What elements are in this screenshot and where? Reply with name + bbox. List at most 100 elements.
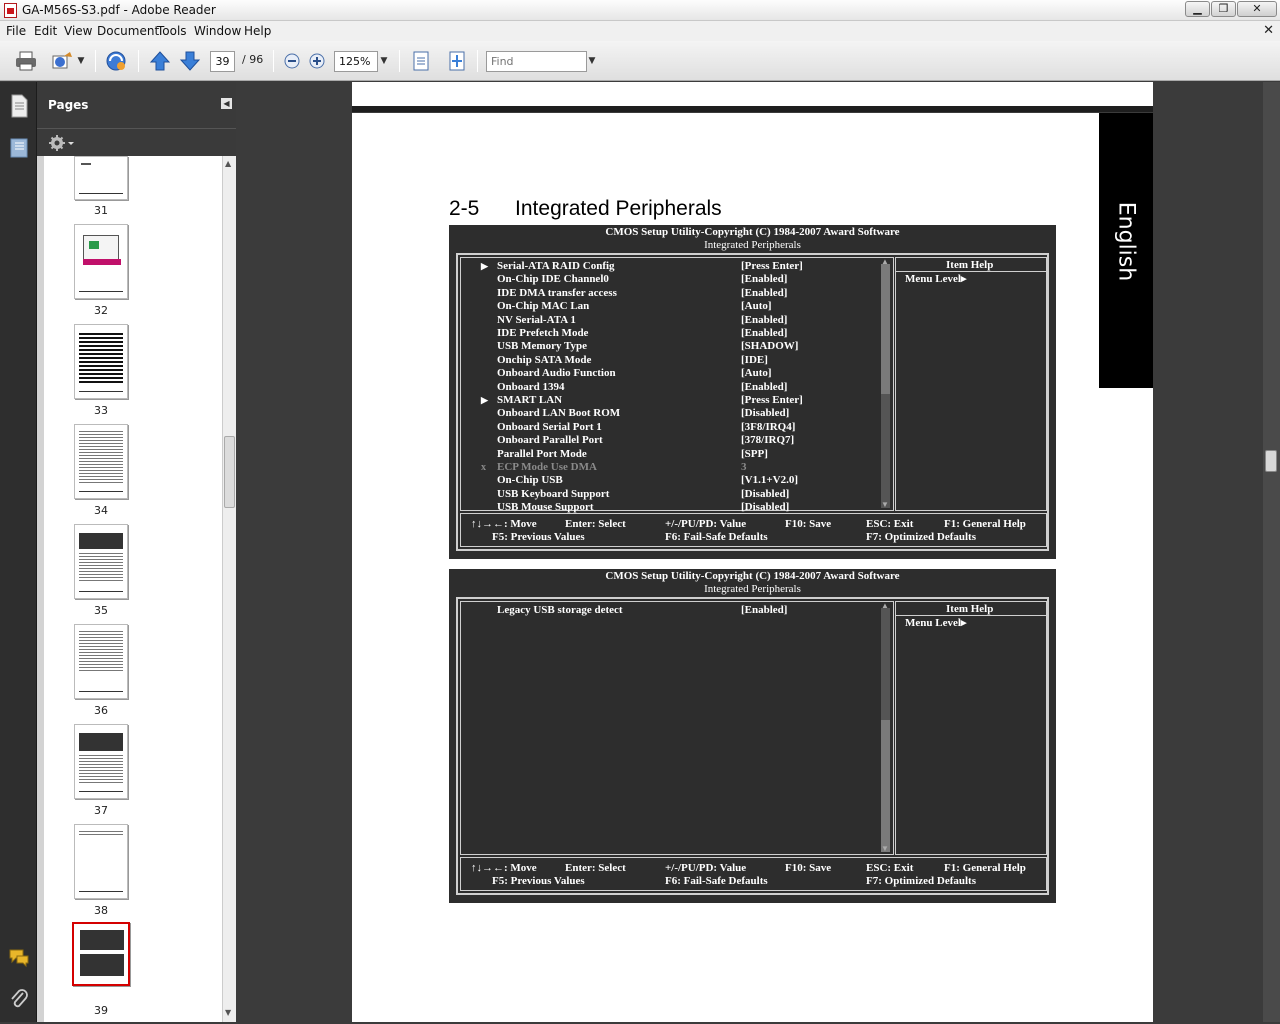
create-pdf-dropdown-icon[interactable]: ▼ [74,51,88,72]
print-icon[interactable] [14,50,38,72]
full-screen-icon[interactable] [445,50,469,72]
menu-edit[interactable]: Edit [34,24,57,38]
page-number-38: 38 [94,904,108,917]
zoom-input[interactable]: 125% [334,51,378,72]
fit-page-icon[interactable] [409,50,433,72]
bios-scrollbar [881,608,890,852]
collaborate-icon[interactable] [104,50,128,72]
pages-panel-title: Pages [48,98,89,112]
bios-screen-2: CMOS Setup Utility-Copyright (C) 1984-20… [449,569,1056,903]
zoom-in-icon[interactable] [306,50,330,72]
bios-setting-name: Onboard Audio Function [497,367,616,380]
menu-view[interactable]: View [64,24,92,38]
scroll-down-icon[interactable]: ▼ [225,1008,231,1017]
maximize-button[interactable]: ❐ [1211,1,1236,17]
page-thumbnail-34[interactable] [74,424,128,499]
bios-scroll-down-icon: ▼ [881,844,889,853]
bios-screen-1: CMOS Setup Utility-Copyright (C) 1984-20… [449,225,1056,559]
bios-setting-row: Onboard LAN Boot ROM [Disabled] [497,407,897,420]
next-page-icon[interactable] [178,50,202,72]
panel-options-bar [37,128,236,156]
bios-setting-row: USB Memory Type [SHADOW] [497,340,897,353]
bios-setting-row: On-Chip USB [V1.1+V2.0] [497,474,897,487]
document-scroll-thumb[interactable] [1265,450,1277,472]
bios-setting-value: [378/IRQ7] [741,434,795,447]
bios-setting-value: [Auto] [741,367,772,380]
comments-icon[interactable] [8,948,30,968]
find-dropdown-icon[interactable]: ▼ [585,51,599,72]
menu-file[interactable]: File [6,24,26,38]
title-bar: GA-M56S-S3.pdf - Adobe Reader ▁ ❐ ✕ [0,0,1280,21]
minimize-button[interactable]: ▁ [1185,1,1210,17]
page-number-37: 37 [94,804,108,817]
bios-setting-row: On-Chip MAC Lan [Auto] [497,300,897,313]
thumbnails-scrollbar[interactable]: ▲ ▼ [222,156,236,1022]
bios-header-subtitle: Integrated Peripherals [704,583,801,595]
page-thumbnail-32[interactable] [74,224,128,299]
bios-items-box: ▶ Serial-ATA RAID Config [Press Enter] On-C… [460,257,897,513]
page-number-35: 35 [94,604,108,617]
footer-optimized: F7: Optimized Defaults [866,875,976,887]
bios-setting-value: 3 [741,461,747,473]
menu-tools[interactable]: Tools [157,24,187,38]
thumbnails-scroll-thumb[interactable] [224,436,235,508]
page-thumbnail-37[interactable] [74,724,128,799]
page-thumbnail-35[interactable] [74,524,128,599]
page-thumbnail-36[interactable] [74,624,128,699]
language-side-tab: English [1099,113,1153,388]
bios-scroll-down-icon: ▼ [881,500,889,509]
footer-help: F1: General Help [944,518,1026,530]
bios-setting-value: [Enabled] [741,380,788,393]
bios-setting-row: Onboard Audio Function [Auto] [497,367,897,380]
bios-setting-row: Onboard Parallel Port [378/IRQ7] [497,434,897,447]
bios-setting-value: [Disabled] [741,487,790,500]
menu-document[interactable]: Document [97,24,159,38]
scroll-up-icon[interactable]: ▲ [225,159,231,168]
page-thumbnail-31[interactable] [74,156,128,200]
collapse-panel-icon[interactable]: ◀ [221,98,232,109]
bios-scroll-up-icon: ▲ [881,601,889,610]
bios-frame: ▶ Serial-ATA RAID Config [Press Enter] On-C… [456,253,1049,551]
bios-setting-name: Parallel Port Mode [497,447,587,460]
footer-move: ↑↓→←: Move [471,862,537,874]
bios-setting-name: IDE DMA transfer access [497,286,617,299]
bookmarks-icon[interactable] [9,136,29,160]
toolbar-separator [273,50,274,72]
bios-setting-value: [Press Enter] [741,260,803,272]
find-input[interactable] [486,51,587,72]
menu-window[interactable]: Window [194,24,241,38]
page-number-33: 33 [94,404,108,417]
bios-setting-value: [Enabled] [741,604,788,616]
menu-bar: File Edit View Document Tools Window Hel… [0,21,1280,41]
bios-setting-row: Onchip SATA Mode [IDE] [497,354,897,367]
footer-value: +/-/PU/PD: Value [665,518,747,530]
options-gear-icon[interactable] [48,134,76,152]
submenu-arrow-icon: ▶ [481,395,488,405]
create-pdf-icon[interactable] [50,50,74,72]
footer-save: F10: Save [785,862,832,874]
bios-footer: ↑↓→←: Move Enter: Select +/-/PU/PD: Valu… [460,513,1047,547]
previous-page-icon[interactable] [148,50,172,72]
bios-setting-value: [Enabled] [741,286,788,299]
page-thumbnail-33[interactable] [74,324,128,399]
zoom-out-icon[interactable] [281,50,305,72]
page-number-input[interactable]: 39 [210,51,235,72]
page-number-32: 32 [94,304,108,317]
bios-setting-row: Onboard Serial Port 1 [3F8/IRQ4] [497,421,897,434]
footer-move: ↑↓→←: Move [471,518,537,530]
close-document-icon[interactable]: ✕ [1263,23,1274,38]
close-button[interactable]: ✕ [1237,1,1277,17]
bios-setting-name: NV Serial-ATA 1 [497,313,576,326]
pages-icon[interactable] [9,94,29,118]
toolbar-separator [477,50,478,72]
zoom-dropdown-icon[interactable]: ▼ [377,51,391,72]
bios-setting-name: SMART LAN [497,394,563,406]
attachments-icon[interactable] [9,988,29,1010]
menu-level-text: Menu Level▸ [905,273,967,285]
page-thumbnail-38[interactable] [74,824,128,899]
bios-setting-name: Onboard Serial Port 1 [497,420,602,433]
menu-help[interactable]: Help [244,24,271,38]
document-scrollbar[interactable] [1263,82,1280,1022]
bios-setting-value: [Enabled] [741,273,788,286]
page-thumbnail-39-selected[interactable] [72,922,130,986]
